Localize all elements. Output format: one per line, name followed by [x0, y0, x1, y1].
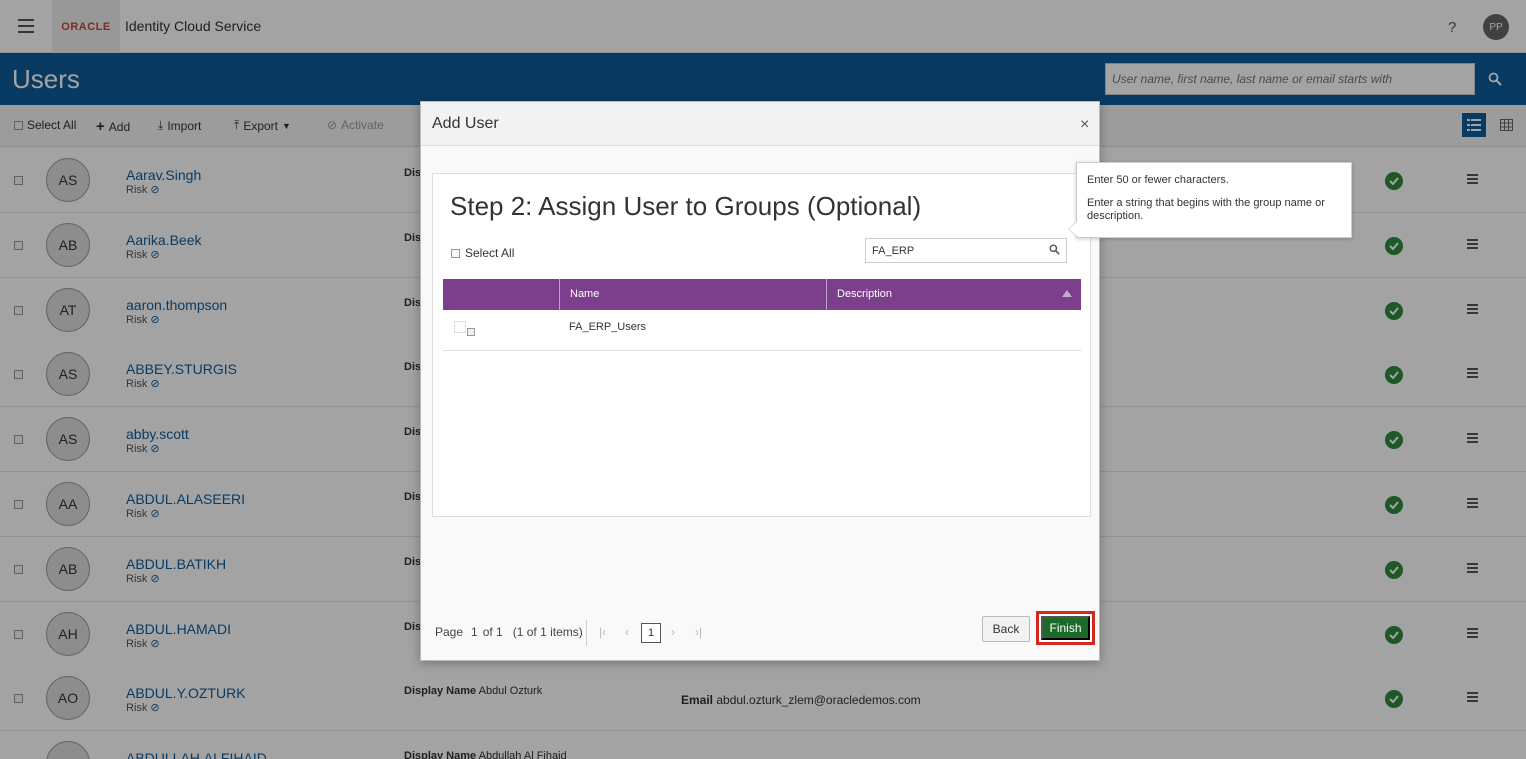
dialog-header: Add User × [421, 102, 1099, 146]
checkbox-column-header [443, 279, 559, 310]
search-tooltip: Enter 50 or fewer characters. Enter a st… [1068, 162, 1352, 238]
tooltip-arrow-inner [1069, 221, 1078, 237]
groups-table-header: Name Description [443, 279, 1081, 310]
table-row[interactable]: FA_ERP_Users [443, 310, 1081, 351]
finish-highlight: Finish [1036, 611, 1095, 645]
back-button[interactable]: Back [982, 616, 1030, 642]
pagination-info: Page 1 of 1 (1 of 1 items) [435, 625, 583, 639]
previous-page-icon[interactable]: ‹ [625, 625, 629, 639]
name-column-header[interactable]: Name [559, 279, 826, 310]
step-title: Step 2: Assign User to Groups (Optional) [450, 191, 922, 221]
group-search-input[interactable] [865, 238, 1067, 263]
add-user-dialog: Add User × Step 2: Assign User to Groups… [420, 101, 1100, 661]
tooltip-line-2: Enter a string that begins with the grou… [1087, 197, 1325, 222]
next-page-icon[interactable]: › [671, 625, 675, 639]
pager-divider [586, 620, 587, 646]
row-checkbox[interactable] [467, 328, 475, 336]
sort-arrow-icon[interactable] [1062, 290, 1072, 297]
dialog-title: Add User [432, 115, 499, 132]
select-all-groups-checkbox[interactable] [451, 248, 460, 258]
current-page-number[interactable]: 1 [641, 623, 661, 643]
assign-groups-panel: Step 2: Assign User to Groups (Optional)… [432, 173, 1091, 517]
tooltip-line-1: Enter 50 or fewer characters. [1087, 174, 1229, 186]
first-page-icon[interactable]: |‹ [599, 625, 606, 639]
select-all-groups[interactable]: Select All [451, 246, 514, 260]
search-icon[interactable] [1049, 244, 1060, 258]
finish-button[interactable]: Finish [1041, 616, 1090, 640]
description-column-header[interactable]: Description [826, 279, 1081, 310]
group-name: FA_ERP_Users [569, 321, 647, 333]
row-select-box[interactable] [454, 321, 466, 333]
close-icon[interactable]: × [1080, 116, 1089, 134]
last-page-icon[interactable]: ›| [695, 625, 702, 639]
